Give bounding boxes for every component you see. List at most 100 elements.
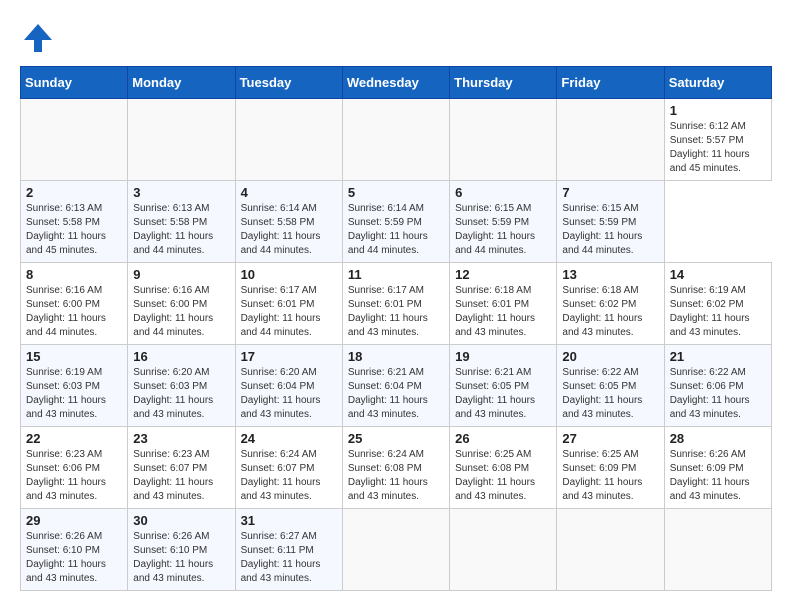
calendar-cell: 11 Sunrise: 6:17 AM Sunset: 6:01 PM Dayl… [342,263,449,345]
day-header-thursday: Thursday [450,67,557,99]
daylight-label: Daylight: [241,395,283,406]
calendar-cell: 10 Sunrise: 6:17 AM Sunset: 6:01 PM Dayl… [235,263,342,345]
sunrise-label: Sunrise: [133,449,172,460]
day-info: Sunrise: 6:23 AM Sunset: 6:06 PM Dayligh… [26,448,122,504]
sunset-label: Sunset: [133,463,170,474]
calendar-cell [342,99,449,181]
sunset-label: Sunset: [562,217,599,228]
sunset-label: Sunset: [241,545,278,556]
calendar-cell: 18 Sunrise: 6:21 AM Sunset: 6:04 PM Dayl… [342,345,449,427]
daylight-label: Daylight: [133,559,175,570]
logo-icon [20,20,56,56]
sunset-time: 6:06 PM [63,463,100,474]
sunset-label: Sunset: [670,299,707,310]
sunrise-time: 6:18 AM [602,285,639,296]
week-row-6: 29 Sunrise: 6:26 AM Sunset: 6:10 PM Dayl… [21,509,772,591]
daylight-label: Daylight: [670,313,712,324]
daylight-label: Daylight: [133,313,175,324]
day-number: 22 [26,431,122,446]
sunset-label: Sunset: [562,299,599,310]
sunset-time: 6:10 PM [63,545,100,556]
calendar-cell [450,509,557,591]
calendar-cell: 27 Sunrise: 6:25 AM Sunset: 6:09 PM Dayl… [557,427,664,509]
daylight-label: Daylight: [670,477,712,488]
sunrise-label: Sunrise: [241,367,280,378]
sunset-label: Sunset: [455,381,492,392]
sunset-label: Sunset: [26,463,63,474]
sunset-time: 6:00 PM [170,299,207,310]
daylight-label: Daylight: [26,559,68,570]
sunrise-time: 6:14 AM [280,203,317,214]
day-info: Sunrise: 6:27 AM Sunset: 6:11 PM Dayligh… [241,530,337,586]
daylight-label: Daylight: [133,477,175,488]
calendar-cell: 12 Sunrise: 6:18 AM Sunset: 6:01 PM Dayl… [450,263,557,345]
daylight-label: Daylight: [562,313,604,324]
calendar-cell: 23 Sunrise: 6:23 AM Sunset: 6:07 PM Dayl… [128,427,235,509]
calendar-cell: 17 Sunrise: 6:20 AM Sunset: 6:04 PM Dayl… [235,345,342,427]
day-number: 24 [241,431,337,446]
sunset-label: Sunset: [26,217,63,228]
day-info: Sunrise: 6:21 AM Sunset: 6:05 PM Dayligh… [455,366,551,422]
week-row-1: 1 Sunrise: 6:12 AM Sunset: 5:57 PM Dayli… [21,99,772,181]
sunrise-label: Sunrise: [348,367,387,378]
sunset-label: Sunset: [133,217,170,228]
calendar-cell: 13 Sunrise: 6:18 AM Sunset: 6:02 PM Dayl… [557,263,664,345]
sunset-time: 6:04 PM [277,381,314,392]
day-info: Sunrise: 6:25 AM Sunset: 6:09 PM Dayligh… [562,448,658,504]
sunset-label: Sunset: [26,545,63,556]
sunset-time: 5:59 PM [385,217,422,228]
day-info: Sunrise: 6:26 AM Sunset: 6:10 PM Dayligh… [26,530,122,586]
daylight-label: Daylight: [562,477,604,488]
day-number: 7 [562,185,658,200]
day-info: Sunrise: 6:20 AM Sunset: 6:04 PM Dayligh… [241,366,337,422]
sunset-label: Sunset: [348,217,385,228]
sunrise-time: 6:24 AM [387,449,424,460]
sunset-label: Sunset: [562,381,599,392]
sunrise-time: 6:18 AM [495,285,532,296]
calendar-cell: 3 Sunrise: 6:13 AM Sunset: 5:58 PM Dayli… [128,181,235,263]
sunset-label: Sunset: [670,381,707,392]
sunset-time: 5:59 PM [599,217,636,228]
sunset-label: Sunset: [241,217,278,228]
calendar-cell [342,509,449,591]
calendar-cell: 8 Sunrise: 6:16 AM Sunset: 6:00 PM Dayli… [21,263,128,345]
sunset-time: 5:58 PM [277,217,314,228]
sunset-time: 5:58 PM [63,217,100,228]
daylight-label: Daylight: [455,477,497,488]
day-header-friday: Friday [557,67,664,99]
daylight-label: Daylight: [670,395,712,406]
daylight-label: Daylight: [26,231,68,242]
daylight-label: Daylight: [562,395,604,406]
daylight-label: Daylight: [348,395,390,406]
day-number: 1 [670,103,766,118]
sunrise-label: Sunrise: [562,285,601,296]
daylight-label: Daylight: [455,231,497,242]
day-header-tuesday: Tuesday [235,67,342,99]
daylight-label: Daylight: [26,477,68,488]
calendar-cell: 20 Sunrise: 6:22 AM Sunset: 6:05 PM Dayl… [557,345,664,427]
day-info: Sunrise: 6:23 AM Sunset: 6:07 PM Dayligh… [133,448,229,504]
calendar-cell: 22 Sunrise: 6:23 AM Sunset: 6:06 PM Dayl… [21,427,128,509]
daylight-label: Daylight: [348,313,390,324]
calendar-cell: 15 Sunrise: 6:19 AM Sunset: 6:03 PM Dayl… [21,345,128,427]
sunset-time: 5:58 PM [170,217,207,228]
week-row-2: 2 Sunrise: 6:13 AM Sunset: 5:58 PM Dayli… [21,181,772,263]
day-info: Sunrise: 6:19 AM Sunset: 6:03 PM Dayligh… [26,366,122,422]
sunset-time: 6:07 PM [170,463,207,474]
day-info: Sunrise: 6:14 AM Sunset: 5:58 PM Dayligh… [241,202,337,258]
sunrise-label: Sunrise: [26,449,65,460]
sunset-time: 5:59 PM [492,217,529,228]
sunrise-time: 6:22 AM [709,367,746,378]
sunrise-label: Sunrise: [455,285,494,296]
sunset-label: Sunset: [133,299,170,310]
sunrise-time: 6:15 AM [495,203,532,214]
day-number: 29 [26,513,122,528]
sunrise-time: 6:23 AM [173,449,210,460]
sunrise-label: Sunrise: [670,285,709,296]
sunrise-label: Sunrise: [348,285,387,296]
calendar-cell: 26 Sunrise: 6:25 AM Sunset: 6:08 PM Dayl… [450,427,557,509]
sunset-time: 6:01 PM [492,299,529,310]
day-number: 21 [670,349,766,364]
day-info: Sunrise: 6:16 AM Sunset: 6:00 PM Dayligh… [26,284,122,340]
sunrise-label: Sunrise: [26,367,65,378]
